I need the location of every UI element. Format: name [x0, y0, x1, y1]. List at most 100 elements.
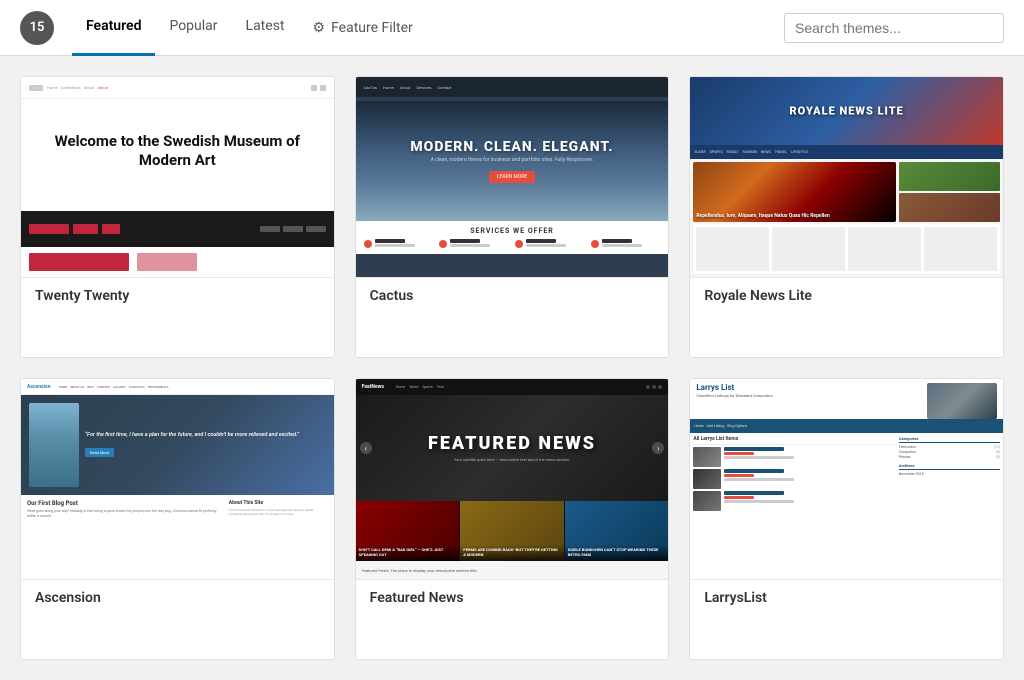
asc-cta-button[interactable]: Read More — [85, 448, 114, 457]
search-box — [784, 13, 1004, 43]
tt-pink-block2 — [137, 253, 197, 271]
theme-name-twenty-twenty: Twenty Twenty — [21, 277, 334, 314]
asc-sidebar: About This Site This is the perfect plac… — [229, 500, 328, 574]
ll-cat-label-1: Electronics — [899, 445, 916, 449]
cactus-custom-icon — [439, 240, 447, 248]
theme-card-ascension[interactable]: Ascension HOME ABOUT US INFO CONTENT GAL… — [20, 378, 335, 660]
ll-cat-count-2: (8) — [996, 450, 1000, 454]
royale-bottom-4 — [924, 227, 997, 271]
ll-archive-label-1: November 2018 — [899, 472, 924, 476]
ll-listing-photo-3 — [693, 491, 721, 511]
tt-footer-bar — [21, 211, 334, 247]
cactus-nav-services: Services — [416, 85, 431, 90]
ll-archive-nov: November 2018 — [899, 472, 1000, 476]
ll-listing-price-2 — [724, 474, 754, 477]
ll-cat-label-2: Computers — [899, 450, 916, 454]
tt-footer-block1 — [29, 224, 69, 234]
theme-card-royale[interactable]: ROYALE NEWS LITE SLIDER SPORTS RESULT FA… — [689, 76, 1004, 358]
royale-sidebar — [899, 162, 1000, 222]
fn-thumb-3-overlay: GISELE BUNDCHEN CAN’T STOP WEARING THESE… — [565, 545, 669, 561]
asc-sidebar-title: About This Site — [229, 500, 328, 506]
asc-post-text: What goes along your way? Notably, in fa… — [27, 509, 225, 519]
gear-icon: ⚙ — [313, 20, 326, 36]
search-input[interactable] — [784, 13, 1004, 43]
fn-dot-2 — [652, 385, 656, 389]
fn-thumb-1-overlay: DON’T CALL DEMI A “BAD GIRL” — SHE’S JUS… — [356, 545, 460, 561]
cactus-nav-contact: Contact — [438, 85, 452, 90]
royale-main-row: Repellendus, Iure, Aliquam, Itaque Natus… — [693, 162, 1000, 222]
theme-name-featured-news: Featured News — [356, 579, 669, 616]
tab-latest[interactable]: Latest — [232, 0, 299, 56]
tt-pink-block1 — [29, 253, 129, 271]
ll-listing-price-1 — [724, 452, 754, 455]
fn-nav-home: Home — [396, 385, 405, 389]
cactus-minute-text — [526, 239, 566, 247]
fn-top-bar: FeatNews Home World Sports Tech — [356, 379, 669, 395]
royale-header-title: ROYALE NEWS LITE — [706, 105, 987, 118]
theme-count: 15 — [30, 20, 45, 35]
feature-filter-label: Feature Filter — [331, 20, 413, 36]
fn-nav-world: World — [409, 385, 418, 389]
theme-card-featured-news[interactable]: FeatNews Home World Sports Tech FEATURED… — [355, 378, 670, 660]
tab-popular[interactable]: Popular — [155, 0, 231, 56]
cactus-woo-label — [602, 239, 632, 243]
ll-nav-home: Home — [694, 424, 703, 428]
asc-nav: Ascension HOME ABOUT US INFO CONTENT GAL… — [21, 379, 334, 395]
asc-nav-content: CONTENT — [97, 385, 111, 389]
asc-main: Our First Blog Post What goes along your… — [27, 500, 225, 574]
cactus-custom-desc — [450, 244, 490, 247]
ll-cat-phones: Phones (5) — [899, 455, 1000, 459]
theme-card-larrys[interactable]: Larrys List Classified Listings for Stan… — [689, 378, 1004, 660]
asc-nav-gallery: GALLERY — [113, 385, 126, 389]
cactus-cta-button[interactable]: LEARN MORE — [489, 171, 535, 183]
royale-overlay: Repellendus, Iure, Aliquam, Itaque Natus… — [696, 213, 892, 219]
ll-listing-photo-1 — [693, 447, 721, 467]
cactus-service-modern — [364, 239, 434, 248]
cactus-title-area: MODERN. CLEAN. ELEGANT. A clean, modern … — [394, 131, 629, 191]
cactus-mountain: MODERN. CLEAN. ELEGANT. A clean, modern … — [356, 101, 669, 221]
ll-header-left: Larrys List Classified Listings for Stan… — [696, 383, 772, 398]
ll-sidebar: Categories Electronics (12) Computers (8… — [899, 436, 1000, 576]
theme-card-cactus[interactable]: CacTus Home About Services Contact MODER… — [355, 76, 670, 358]
tt-link1 — [260, 226, 280, 232]
tab-featured[interactable]: Featured — [72, 0, 155, 56]
fn-prev-arrow[interactable]: ‹ — [360, 442, 372, 454]
royale-content: Repellendus, Iure, Aliquam, Itaque Natus… — [690, 159, 1003, 277]
tt-footer-right — [260, 226, 326, 232]
cactus-minute-icon — [515, 240, 523, 248]
cactus-sub: A clean, modern theme for business and p… — [410, 157, 613, 163]
ll-cat-count-1: (12) — [994, 445, 1000, 449]
tt-menu-icon — [311, 85, 317, 91]
theme-preview-royale: ROYALE NEWS LITE SLIDER SPORTS RESULT FA… — [690, 77, 1003, 277]
ll-main: All Larrys List Items — [693, 436, 895, 576]
tt-footer-left — [29, 224, 120, 234]
ll-cat-computers: Computers (8) — [899, 450, 1000, 454]
ll-header: Larrys List Classified Listings for Stan… — [690, 379, 1003, 419]
cactus-woo-desc — [602, 244, 642, 247]
cactus-modern-icon — [364, 240, 372, 248]
royale-nav-lifestyle: LIFESTYLE — [791, 150, 808, 154]
cactus-custom-label — [450, 239, 480, 243]
fn-next-arrow[interactable]: › — [652, 442, 664, 454]
ll-cat-count-3: (5) — [996, 455, 1000, 459]
cactus-service-row — [364, 239, 661, 248]
cactus-logo: CacTus — [364, 85, 377, 90]
theme-grid: HomeCollectionsAboutAbout Welcome to the… — [0, 56, 1024, 680]
feature-filter[interactable]: ⚙ Feature Filter — [299, 0, 427, 56]
ll-listing-title-3 — [724, 491, 784, 495]
ll-nav-blog: Blog Options — [727, 424, 747, 428]
fn-thumb-2-overlay: PERMS ARE COMING BACK—BUT THEY’RE GETTIN… — [460, 545, 564, 561]
royale-thumb-1 — [899, 162, 1000, 191]
cactus-woo-text — [602, 239, 642, 247]
theme-card-twenty-twenty[interactable]: HomeCollectionsAboutAbout Welcome to the… — [20, 76, 335, 358]
fn-hero-bg: FEATURED NEWS Your subtitle goes here — … — [356, 395, 669, 501]
theme-name-cactus: Cactus — [356, 277, 669, 314]
theme-preview-ascension: Ascension HOME ABOUT US INFO CONTENT GAL… — [21, 379, 334, 579]
cactus-modern-label — [375, 239, 405, 243]
fn-nav-dots — [646, 385, 662, 389]
ll-listing-photo-2 — [693, 469, 721, 489]
ll-listing-title-1 — [724, 447, 784, 451]
ll-sidebar-categories-title: Categories — [899, 436, 1000, 443]
ll-listing-row-2 — [693, 469, 895, 489]
royale-overlay-title: Repellendus, Iure, Aliquam, Itaque Natus… — [696, 213, 892, 219]
